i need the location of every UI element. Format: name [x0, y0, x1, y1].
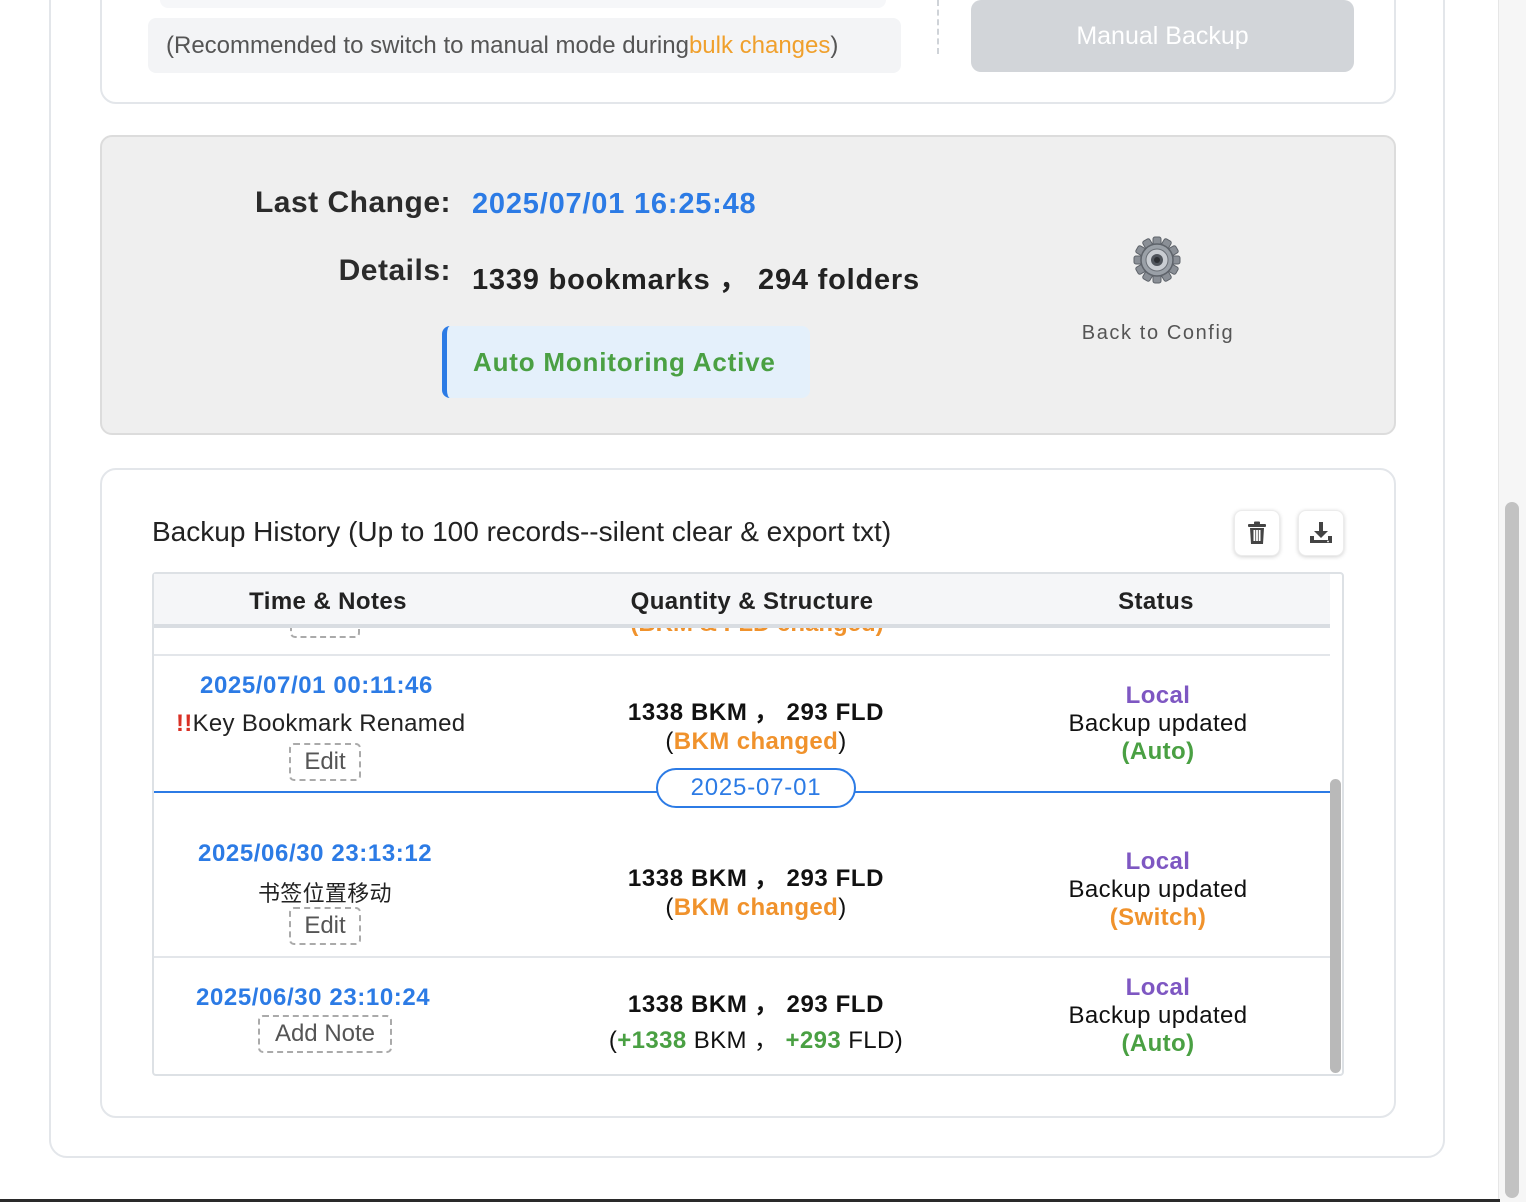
status-mode: (Auto) — [1121, 738, 1195, 765]
status-text: Backup updated — [1068, 1002, 1248, 1029]
download-icon — [1310, 522, 1332, 543]
paren-open: ( — [665, 728, 674, 755]
paren-open: ( — [665, 894, 674, 921]
row-note: 书签位置移动 — [258, 882, 392, 907]
last-change-label: Last Change: — [254, 186, 451, 219]
add-note-button[interactable]: Add Note — [258, 1015, 392, 1053]
note-text: Key Bookmark Renamed — [192, 710, 466, 737]
row-quantity: 1338 BKM ， 293 FLD — [627, 699, 885, 726]
column-header-time: Time & Notes — [249, 588, 407, 615]
warning-icon: !! — [176, 710, 193, 737]
status-location: Local — [1125, 682, 1191, 709]
row-diff: (+1338 BKM ， +293 FLD) — [556, 1020, 956, 1055]
back-to-config-label[interactable]: Back to Config — [1040, 322, 1276, 345]
edit-button[interactable]: Edit — [290, 628, 360, 638]
row-divider — [154, 956, 1330, 958]
change-label: (BKM & FLD changed) — [622, 628, 892, 638]
edit-note-button[interactable]: Edit — [289, 907, 361, 945]
bookmark-unit: BKM ， — [686, 1027, 786, 1054]
partial-row: Edit (BKM & FLD changed) — [154, 628, 1330, 640]
paren-close: ) — [838, 894, 847, 921]
last-change-value: 2025/07/01 16:25:48 — [472, 188, 757, 220]
status-location: Local — [1125, 848, 1191, 875]
mode-toggle-remnant — [160, 0, 886, 8]
folder-unit: FLD) — [841, 1027, 904, 1054]
export-history-button[interactable] — [1298, 510, 1344, 556]
hint-suffix: ) — [830, 31, 839, 59]
status-location: Local — [1125, 974, 1191, 1001]
page-scrollbar[interactable] — [1505, 502, 1519, 1198]
column-header-status: Status — [1118, 588, 1194, 615]
hint-accent: bulk changes — [688, 31, 831, 59]
date-divider: 2025-07-01 — [656, 768, 856, 808]
row-note: !!Key Bookmark Renamed — [176, 710, 465, 738]
manual-backup-button[interactable]: Manual Backup — [971, 0, 1354, 72]
row-divider — [154, 654, 1330, 656]
details-label: Details: — [338, 254, 451, 287]
clear-history-button[interactable] — [1234, 510, 1280, 556]
gear-icon[interactable] — [1133, 236, 1181, 284]
row-quantity: 1338 BKM ， 293 FLD — [627, 865, 885, 892]
status-text: Backup updated — [1068, 710, 1248, 737]
status-text: Backup updated — [1068, 876, 1248, 903]
change-type: BKM changed — [673, 894, 839, 921]
row-change: (BKM changed) — [556, 894, 956, 922]
auto-monitoring-badge: Auto Monitoring Active — [442, 326, 810, 398]
row-change: (BKM changed) — [556, 728, 956, 756]
status-mode: (Switch) — [1109, 904, 1207, 931]
backup-history-title: Backup History (Up to 100 records--silen… — [152, 516, 892, 547]
change-type: BKM changed — [673, 728, 839, 755]
paren-open: ( — [608, 1027, 618, 1054]
bookmark-diff: +1338 — [617, 1027, 687, 1054]
trash-icon — [1248, 521, 1266, 544]
row-time: 2025/06/30 23:13:12 — [198, 840, 433, 867]
row-quantity: 1338 BKM ， 293 FLD — [627, 991, 885, 1018]
edit-note-button[interactable]: Edit — [289, 743, 361, 781]
table-scrollbar[interactable] — [1330, 779, 1341, 1073]
paren-close: ) — [838, 728, 847, 755]
status-mode: (Auto) — [1121, 1030, 1195, 1057]
hint-prefix: (Recommended to switch to manual mode du… — [166, 31, 689, 59]
manual-mode-hint: (Recommended to switch to manual mode du… — [148, 18, 901, 73]
column-header-quantity: Quantity & Structure — [630, 588, 874, 615]
row-time: 2025/06/30 23:10:24 — [196, 984, 431, 1011]
details-value: 1339 bookmarks ， 294 folders — [472, 264, 920, 296]
folder-diff: +293 — [785, 1027, 842, 1054]
row-time: 2025/07/01 00:11:46 — [200, 672, 433, 699]
divider — [937, 0, 939, 54]
